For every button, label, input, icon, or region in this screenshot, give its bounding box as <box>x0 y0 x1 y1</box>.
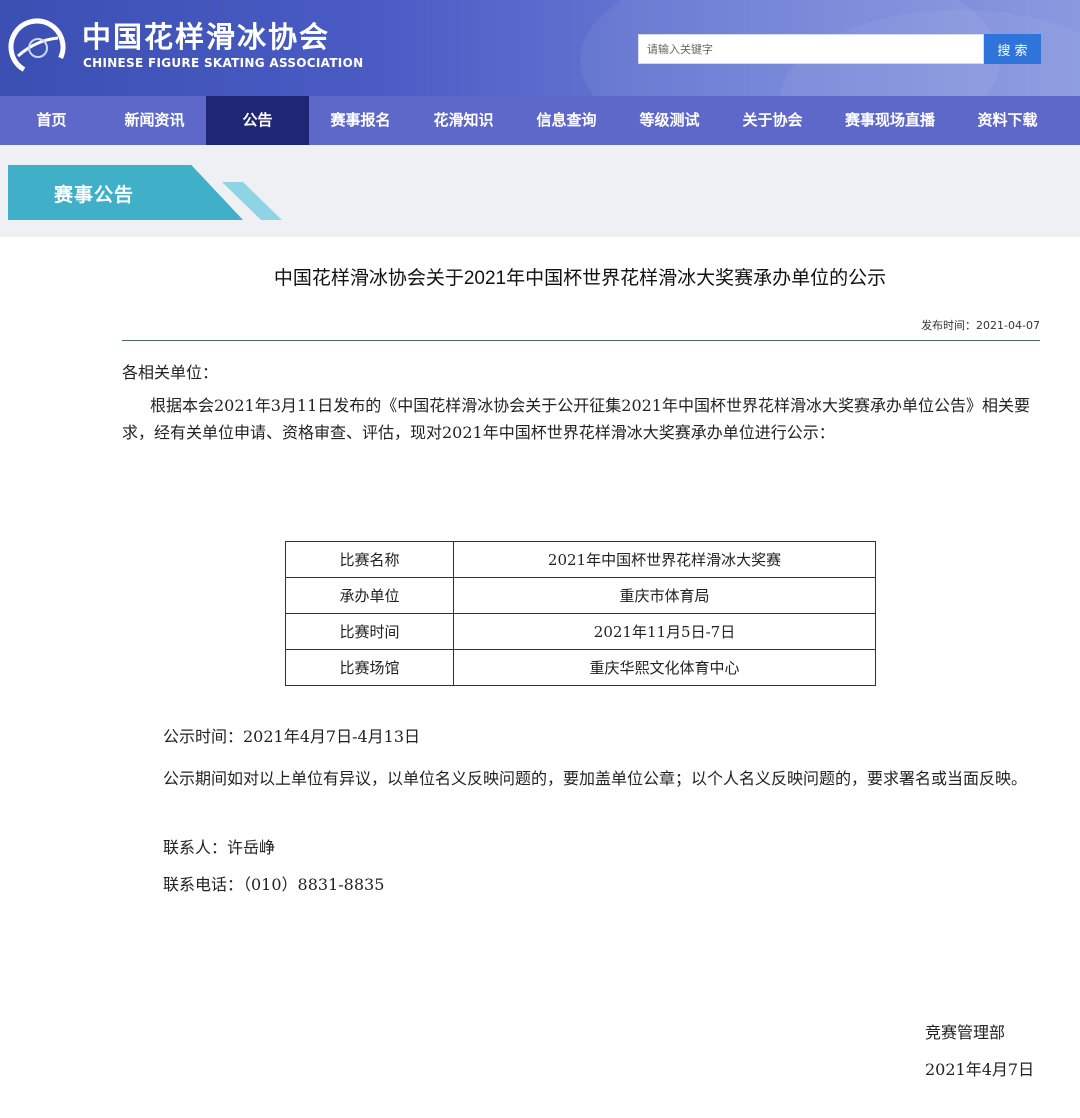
table-label: 比赛场馆 <box>285 649 454 686</box>
nav-item-knowledge[interactable]: 花滑知识 <box>412 96 515 145</box>
table-row: 比赛场馆 重庆华熙文化体育中心 <box>285 649 876 686</box>
contact-phone: 联系电话：（010）8831-8835 <box>163 875 385 894</box>
section-label: 赛事公告 <box>54 184 135 206</box>
table-value: 重庆市体育局 <box>453 577 876 614</box>
search-button[interactable]: 搜 索 <box>984 34 1041 64</box>
table-row: 比赛名称 2021年中国杯世界花样滑冰大奖赛 <box>285 541 876 578</box>
article-salutation: 各相关单位： <box>122 363 219 382</box>
nav-item-live[interactable]: 赛事现场直播 <box>824 96 956 145</box>
signing-date: 2021年4月7日 <box>925 1060 1035 1079</box>
skating-logo-icon[interactable] <box>8 18 66 76</box>
nav-item-about[interactable]: 关于协会 <box>721 96 824 145</box>
table-row: 比赛时间 2021年11月5日-7日 <box>285 613 876 650</box>
event-info-table: 比赛名称 2021年中国杯世界花样滑冰大奖赛 承办单位 重庆市体育局 比赛时间 … <box>285 541 876 686</box>
nav-item-downloads[interactable]: 资料下载 <box>956 96 1059 145</box>
table-value: 2021年11月5日-7日 <box>453 613 876 650</box>
nav-item-news[interactable]: 新闻资讯 <box>103 96 206 145</box>
nav-item-info-query[interactable]: 信息查询 <box>515 96 618 145</box>
table-label: 承办单位 <box>285 577 454 614</box>
site-subtitle: CHINESE FIGURE SKATING ASSOCIATION <box>83 56 364 70</box>
signing-department: 竞赛管理部 <box>925 1023 1006 1042</box>
table-row: 承办单位 重庆市体育局 <box>285 577 876 614</box>
table-value: 重庆华熙文化体育中心 <box>453 649 876 686</box>
article-title: 中国花样滑冰协会关于2021年中国杯世界花样滑冰大奖赛承办单位的公示 <box>273 268 887 289</box>
main-nav: 首页 新闻资讯 公告 赛事报名 花滑知识 信息查询 等级测试 关于协会 赛事现场… <box>0 96 1080 145</box>
table-label: 比赛名称 <box>285 541 454 578</box>
objection-notice: 公示期间如对以上单位有异议，以单位名义反映问题的，要加盖单位公章；以个人名义反映… <box>163 769 1028 788</box>
nav-item-registration[interactable]: 赛事报名 <box>309 96 412 145</box>
article-body: 根据本会2021年3月11日发布的《中国花样滑冰协会关于公开征集2021年中国杯… <box>122 396 1030 442</box>
notice-period: 公示时间：2021年4月7日-4月13日 <box>163 727 421 746</box>
site-title[interactable]: 中国花样滑冰协会 <box>82 14 330 56</box>
nav-item-level-test[interactable]: 等级测试 <box>618 96 721 145</box>
contact-person: 联系人：许岳峥 <box>163 838 276 857</box>
title-divider <box>122 340 1040 341</box>
site-header: 中国花样滑冰协会 CHINESE FIGURE SKATING ASSOCIAT… <box>0 0 1080 96</box>
search-input[interactable] <box>638 34 984 64</box>
table-value: 2021年中国杯世界花样滑冰大奖赛 <box>453 541 876 578</box>
nav-item-home[interactable]: 首页 <box>0 96 103 145</box>
table-label: 比赛时间 <box>285 613 454 650</box>
nav-item-announcements[interactable]: 公告 <box>206 96 309 145</box>
publish-time: 发布时间：2021-04-07 <box>921 319 1040 332</box>
